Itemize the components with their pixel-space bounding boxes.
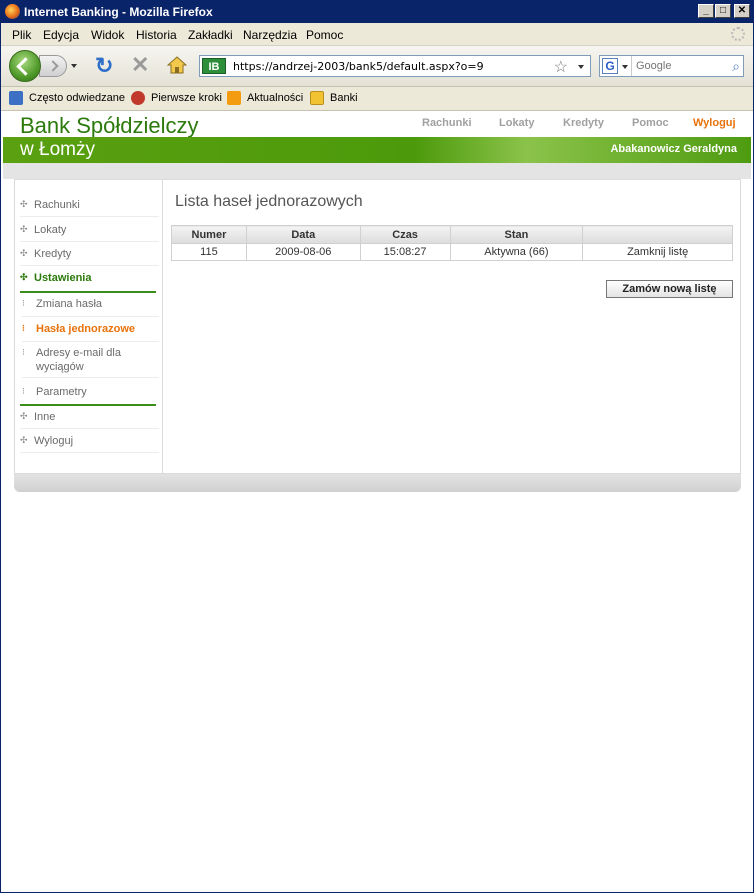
topnav-lokaty[interactable]: Lokaty — [499, 117, 534, 129]
cell-stan: Aktywna (66) — [449, 243, 584, 261]
sidebar-item-zmiana-hasla[interactable]: ⁝ Zmiana hasła — [22, 297, 159, 317]
sidebar-item-lokaty[interactable]: ✣ Lokaty — [20, 223, 159, 242]
column-header-czas: Czas — [359, 225, 451, 244]
bookmarks-toolbar: Często odwiedzane Pierwsze kroki Aktualn… — [1, 87, 753, 111]
menu-widok[interactable]: Widok — [91, 28, 124, 42]
arrow-bullet-icon: ⁝ — [22, 323, 25, 333]
bookmark-pierwsze-kroki[interactable]: Pierwsze kroki — [151, 92, 222, 104]
menu-historia[interactable]: Historia — [136, 28, 177, 42]
search-input[interactable] — [631, 56, 723, 76]
url-dropdown-icon[interactable] — [578, 65, 584, 69]
folder-icon — [310, 91, 324, 105]
sidebar-item-wyloguj[interactable]: ✣ Wyloguj — [20, 434, 159, 453]
google-engine-icon[interactable]: G — [602, 58, 618, 74]
brand-banner: w Łomży Abakanowicz Geraldyna — [3, 137, 751, 163]
bullet-icon: ✣ — [20, 248, 28, 258]
bullet-icon: ✣ — [20, 411, 28, 421]
column-header-numer: Numer — [171, 225, 247, 244]
bullet-icon: ✣ — [20, 272, 28, 282]
minimize-button[interactable]: _ — [698, 4, 714, 18]
sidebar-item-kredyty[interactable]: ✣ Kredyty — [20, 247, 159, 266]
arrow-bullet-icon: ⁝ — [22, 386, 25, 396]
window-title: Internet Banking - Mozilla Firefox — [24, 5, 213, 19]
throbber-icon — [731, 27, 745, 41]
home-icon[interactable] — [167, 56, 187, 74]
engine-dropdown-icon[interactable] — [622, 65, 628, 69]
column-header-action — [582, 225, 733, 244]
topnav-wyloguj[interactable]: Wyloguj — [693, 117, 736, 129]
browser-window: Internet Banking - Mozilla Firefox _ □ ✕… — [0, 0, 754, 893]
section-divider — [20, 291, 156, 293]
column-header-stan: Stan — [449, 225, 584, 244]
menu-bar: Plik Edycja Widok Historia Zakładki Narz… — [1, 23, 753, 46]
close-button[interactable]: ✕ — [734, 4, 750, 18]
table-header-row: Numer Data Czas Stan — [171, 225, 733, 244]
header-stripe — [3, 163, 751, 179]
sidebar-item-rachunki[interactable]: ✣ Rachunki — [20, 198, 159, 217]
sidebar-item-adresy-email[interactable]: ⁝ Adresy e-mail dla wyciągów — [22, 346, 159, 378]
site-identity-badge[interactable]: IB — [202, 58, 226, 74]
search-icon[interactable]: ⌕ — [732, 58, 740, 75]
search-bar[interactable]: G ⌕ — [599, 55, 744, 77]
sidebar-item-ustawienia[interactable]: ✣ Ustawienia — [20, 271, 159, 289]
bullet-icon: ✣ — [20, 199, 28, 209]
rss-feed-icon — [227, 91, 241, 105]
bookmark-aktualnosci[interactable]: Aktualności — [247, 92, 303, 104]
topnav-rachunki[interactable]: Rachunki — [422, 117, 472, 129]
menu-narzedzia[interactable]: Narzędzia — [243, 28, 297, 42]
menu-plik[interactable]: Plik — [12, 28, 31, 42]
web-page: Bank Spółdzielczy Rachunki Lokaty Kredyt… — [1, 111, 753, 892]
back-button[interactable] — [9, 50, 41, 82]
address-bar[interactable]: IB https://andrzej-2003/bank5/default.as… — [199, 55, 591, 77]
close-list-link[interactable]: Zamknij listę — [582, 243, 733, 261]
history-dropdown-icon[interactable] — [71, 64, 77, 68]
topnav-kredyty[interactable]: Kredyty — [563, 117, 604, 129]
title-bar: Internet Banking - Mozilla Firefox _ □ ✕ — [1, 1, 753, 23]
cell-czas: 15:08:27 — [359, 243, 451, 261]
bookmark-list-icon — [9, 91, 23, 105]
forward-button[interactable] — [39, 55, 67, 77]
column-header-data: Data — [245, 225, 361, 244]
navigation-toolbar: ↻ ✕ IB https://andrzej-2003/bank5/defaul… — [1, 46, 753, 87]
logged-user-name: Abakanowicz Geraldyna — [610, 143, 737, 155]
arrow-bullet-icon: ⁝ — [22, 347, 25, 357]
page-title: Lista haseł jednorazowych — [175, 193, 363, 210]
menu-zakladki[interactable]: Zakładki — [188, 28, 233, 42]
table-row: 115 2009-08-06 15:08:27 Aktywna (66) Zam… — [171, 243, 733, 261]
firefox-bookmark-icon — [131, 91, 145, 105]
reload-icon[interactable]: ↻ — [95, 55, 113, 77]
menu-edycja[interactable]: Edycja — [43, 28, 79, 42]
bullet-icon: ✣ — [20, 435, 28, 445]
cell-data: 2009-08-06 — [245, 243, 361, 261]
arrow-bullet-icon: ⁝ — [22, 298, 25, 308]
url-text[interactable]: https://andrzej-2003/bank5/default.aspx?… — [233, 60, 484, 73]
bookmark-star-icon[interactable]: ☆ — [554, 57, 568, 77]
menu-pomoc[interactable]: Pomoc — [306, 28, 343, 42]
content-footer — [14, 474, 741, 492]
password-lists-table: Numer Data Czas Stan 115 2009-08-06 15:0… — [171, 225, 733, 261]
section-divider — [20, 404, 156, 406]
firefox-logo-icon — [5, 4, 20, 19]
main-content: Lista haseł jednorazowych Numer Data Cza… — [163, 180, 740, 473]
sidebar-item-parametry[interactable]: ⁝ Parametry — [22, 385, 159, 402]
sidebar-item-hasla-jednorazowe[interactable]: ⁝ Hasła jednorazowe — [22, 322, 159, 342]
sidebar-item-inne[interactable]: ✣ Inne — [20, 410, 159, 429]
bank-city: w Łomży — [20, 139, 95, 160]
order-new-list-button[interactable]: Zamów nową listę — [606, 280, 733, 298]
maximize-button[interactable]: □ — [715, 4, 731, 18]
sidebar-menu: ✣ Rachunki ✣ Lokaty ✣ Kredyty ✣ Ustawien… — [15, 180, 163, 473]
topnav-pomoc[interactable]: Pomoc — [632, 117, 669, 129]
bullet-icon: ✣ — [20, 224, 28, 234]
cell-numer: 115 — [171, 243, 247, 261]
content-frame: ✣ Rachunki ✣ Lokaty ✣ Kredyty ✣ Ustawien… — [14, 179, 741, 474]
bank-name: Bank Spółdzielczy — [20, 113, 199, 138]
bookmark-banki[interactable]: Banki — [330, 92, 358, 104]
bookmark-czesto-odwiedzane[interactable]: Często odwiedzane — [29, 92, 125, 104]
stop-icon[interactable]: ✕ — [131, 54, 149, 76]
